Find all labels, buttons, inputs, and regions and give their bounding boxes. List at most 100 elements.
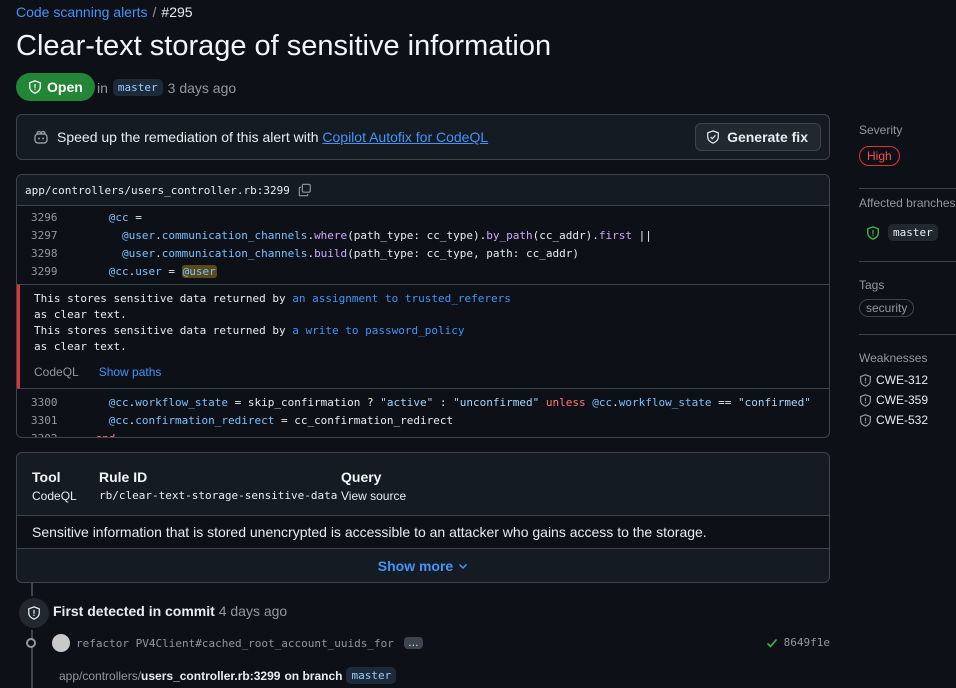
shield-icon	[867, 225, 879, 240]
alert-text: This stores sensitive data returned by	[34, 324, 293, 337]
breadcrumb-separator: /	[152, 4, 157, 20]
code-snippet: app/controllers/users_controller.rb:3299…	[16, 174, 830, 438]
tool-heading: Tool	[32, 469, 61, 485]
detected-label: First detected in commit	[53, 603, 215, 619]
code-line: 3296 @cc =	[17, 208, 829, 226]
line-number: 3299	[31, 264, 58, 278]
alert-source-link[interactable]: a write to password_policy	[292, 324, 464, 337]
commit-message[interactable]: refactor PV4Client#cached_root_account_u…	[76, 637, 394, 650]
shield-icon	[860, 413, 871, 427]
autofix-banner: Speed up the remediation of this alert w…	[16, 114, 830, 160]
line-number: 3298	[31, 246, 58, 260]
shield-check-icon	[707, 130, 719, 144]
tags-heading: Tags	[859, 278, 885, 292]
loc-file[interactable]: users_controller.rb:3299	[141, 669, 280, 683]
rule-id-heading: Rule ID	[99, 469, 148, 485]
code-text: @user.communication_channels.where(path_…	[121, 228, 652, 242]
branch-label[interactable]: master	[112, 79, 163, 96]
alert-meta: in master 3 days ago	[97, 79, 236, 96]
loc-on: on branch	[284, 668, 343, 683]
copilot-icon	[34, 130, 48, 144]
line-number: 3296	[31, 210, 58, 224]
show-more-label: Show more	[377, 557, 454, 574]
code-text: @cc.workflow_state = skip_confirmation ?…	[108, 395, 811, 409]
sha-value: 8649f1e	[783, 636, 830, 649]
affected-branch-item: master	[866, 224, 938, 241]
code-file-header: app/controllers/users_controller.rb:3299	[17, 175, 829, 206]
alert-line: as clear text.	[34, 308, 127, 321]
line-number: 3302	[31, 431, 58, 438]
alert-message: This stores sensitive data returned by a…	[17, 284, 829, 389]
rule-query: Query View source	[341, 469, 406, 503]
view-source-link[interactable]: View source	[341, 489, 406, 503]
rule-description: Sensitive information that is stored une…	[17, 516, 829, 549]
loc-branch[interactable]: master	[346, 667, 397, 684]
avatar[interactable]	[52, 634, 70, 652]
breadcrumb: Code scanning alerts / #295	[16, 4, 193, 20]
line-number: 3297	[31, 228, 58, 242]
alert-line: This stores sensitive data returned by a…	[34, 323, 829, 339]
generate-fix-button[interactable]: Generate fix	[695, 123, 821, 151]
autofix-text: Speed up the remediation of this alert w…	[57, 129, 488, 145]
code-line: 3298 @user.communication_channels.build(…	[17, 244, 829, 262]
autofix-prefix: Speed up the remediation of this alert w…	[57, 129, 319, 145]
weakness-label: CWE-532	[876, 413, 929, 427]
line-number: 3301	[31, 413, 58, 427]
alert-line: as clear text.	[34, 340, 127, 353]
alert-source-link[interactable]: an assignment to trusted_referers	[292, 292, 511, 305]
status-badge: Open	[16, 73, 95, 101]
code-line: 3302 end	[17, 429, 829, 438]
rule-id: Rule ID rb/clear-text-storage-sensitive-…	[99, 469, 337, 502]
status-label: Open	[47, 79, 83, 95]
show-more-button[interactable]: Show more	[17, 549, 829, 582]
weakness-item[interactable]: CWE-312	[859, 373, 928, 387]
code-line: 3301 @cc.confirmation_redirect = cc_conf…	[17, 411, 829, 429]
affected-branch-label[interactable]: master	[888, 224, 938, 241]
check-icon	[766, 638, 777, 648]
weakness-label: CWE-359	[876, 393, 929, 407]
alert-line: This stores sensitive data returned by a…	[34, 291, 829, 307]
alert-footer: CodeQL Show paths	[34, 364, 829, 380]
rule-details: Tool CodeQL Rule ID rb/clear-text-storag…	[16, 452, 830, 583]
shield-icon	[29, 80, 41, 94]
affected-branches-heading: Affected branches	[859, 196, 956, 210]
alert-text: This stores sensitive data returned by	[34, 292, 293, 305]
show-paths-link[interactable]: Show paths	[99, 364, 162, 380]
commit-row: refactor PV4Client#cached_root_account_u…	[22, 633, 830, 653]
weakness-label: CWE-312	[876, 373, 929, 387]
detected-time: 4 days ago	[218, 603, 288, 619]
commit-location: app/controllers/ users_controller.rb:329…	[59, 667, 397, 684]
breadcrumb-code-scanning-link[interactable]: Code scanning alerts	[16, 4, 148, 20]
sidebar-divider	[859, 334, 956, 335]
sidebar-divider	[859, 188, 956, 189]
code-text: @cc.confirmation_redirect = cc_confirmat…	[108, 413, 454, 427]
code-text: @user.communication_channels.build(path_…	[121, 246, 579, 260]
page-title: Clear-text storage of sensitive informat…	[16, 30, 552, 62]
weakness-item[interactable]: CWE-359	[859, 393, 928, 407]
shield-icon	[860, 373, 871, 387]
copilot-autofix-link[interactable]: Copilot Autofix for CodeQL	[322, 129, 488, 145]
weakness-item[interactable]: CWE-532	[859, 413, 928, 427]
breadcrumb-current: #295	[161, 4, 193, 20]
commit-expand-button[interactable]: …	[403, 637, 423, 649]
code-text: @cc =	[108, 210, 142, 224]
loc-dir: app/controllers/	[59, 668, 142, 683]
code-text: end	[95, 431, 116, 438]
shield-alert-icon	[28, 606, 40, 620]
commit-sha[interactable]: 8649f1e	[766, 636, 830, 649]
timeline-event-icon	[17, 596, 51, 630]
code-text: @cc.user = @user	[108, 264, 217, 278]
tag-security[interactable]: security	[859, 299, 915, 317]
copy-icon[interactable]	[298, 183, 312, 197]
generate-fix-label: Generate fix	[727, 129, 808, 145]
file-path[interactable]: app/controllers/users_controller.rb:3299	[25, 184, 290, 197]
alert-tool: CodeQL	[34, 365, 79, 379]
meta-time: 3 days ago	[167, 79, 237, 96]
rule-tool: Tool CodeQL	[32, 469, 77, 503]
tool-value: CodeQL	[32, 489, 77, 503]
commit-icon	[26, 638, 36, 648]
line-number: 3300	[31, 395, 58, 409]
rule-columns: Tool CodeQL Rule ID rb/clear-text-storag…	[17, 453, 829, 516]
severity-badge: High	[859, 146, 900, 166]
code-line: 3300 @cc.workflow_state = skip_confirmat…	[17, 393, 829, 411]
